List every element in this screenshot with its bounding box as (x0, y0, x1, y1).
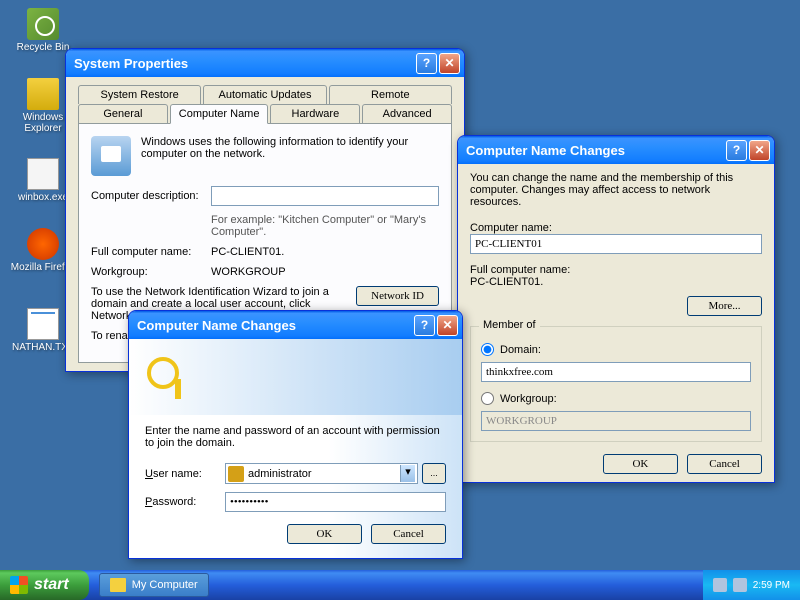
computer-icon (91, 136, 131, 176)
titlebar[interactable]: System Properties ? ✕ (66, 49, 464, 77)
folder-icon (27, 78, 59, 110)
recycle-bin-icon (27, 8, 59, 40)
domain-radio[interactable] (481, 343, 494, 356)
window-title: Computer Name Changes (137, 318, 412, 333)
close-button[interactable]: ✕ (437, 315, 458, 336)
example-text: For example: "Kitchen Computer" or "Mary… (211, 214, 439, 238)
username-combo[interactable]: administrator ▾ (225, 463, 418, 484)
auth-dialog: Computer Name Changes ? ✕ Enter the name… (128, 310, 463, 559)
tab-general[interactable]: General (78, 104, 168, 123)
group-title: Member of (479, 319, 540, 331)
ok-button[interactable]: OK (603, 454, 678, 474)
desktop-icon-recycle[interactable]: Recycle Bin (8, 8, 78, 53)
keys-icon (143, 353, 191, 401)
close-button[interactable]: ✕ (749, 140, 770, 161)
cancel-button[interactable]: Cancel (371, 524, 446, 544)
network-id-button[interactable]: Network ID (356, 286, 439, 306)
window-title: System Properties (74, 56, 414, 71)
user-label: ser name: (153, 468, 202, 480)
tab-hardware[interactable]: Hardware (270, 104, 360, 123)
description-label: Computer description: (91, 190, 211, 202)
computer-name-input[interactable] (470, 234, 762, 254)
folder-icon (110, 578, 126, 592)
task-label: My Computer (132, 579, 198, 591)
workgroup-label: Workgroup: (91, 266, 211, 278)
start-label: start (34, 576, 69, 594)
user-icon (228, 466, 244, 482)
taskbar-item-mycomputer[interactable]: My Computer (99, 573, 209, 597)
close-button[interactable]: ✕ (439, 53, 460, 74)
file-icon (27, 158, 59, 190)
tray-icon[interactable] (713, 578, 727, 592)
ok-button[interactable]: OK (287, 524, 362, 544)
username-value: administrator (248, 468, 400, 480)
titlebar[interactable]: Computer Name Changes ? ✕ (458, 136, 774, 164)
tray-icon[interactable] (733, 578, 747, 592)
more-button[interactable]: More... (687, 296, 762, 316)
notepad-icon (27, 308, 59, 340)
fullname-value: PC-CLIENT01. (211, 246, 284, 258)
domain-input[interactable] (481, 362, 751, 382)
system-tray: 2:59 PM (703, 570, 800, 600)
fullname-label: Full computer name: (470, 264, 762, 276)
prompt-text: Enter the name and password of an accoun… (145, 425, 446, 449)
password-input[interactable] (225, 492, 446, 512)
fullname-label: Full computer name: (91, 246, 211, 258)
help-button[interactable]: ? (726, 140, 747, 161)
workgroup-input (481, 411, 751, 431)
tab-remote[interactable]: Remote (329, 85, 452, 104)
cancel-button[interactable]: Cancel (687, 454, 762, 474)
tab-advanced[interactable]: Advanced (362, 104, 452, 123)
tab-computer-name[interactable]: Computer Name (170, 104, 269, 124)
member-of-group: Member of Domain: Workgroup: (470, 326, 762, 442)
chevron-down-icon[interactable]: ▾ (400, 465, 415, 482)
firefox-icon (27, 228, 59, 260)
tab-system-restore[interactable]: System Restore (78, 85, 201, 104)
clock: 2:59 PM (753, 580, 790, 591)
workgroup-label: Workgroup: (500, 393, 557, 405)
domain-label: Domain: (500, 344, 541, 356)
name-changes-window: Computer Name Changes ? ✕ You can change… (457, 135, 775, 483)
taskbar: start My Computer 2:59 PM (0, 570, 800, 600)
intro-text: Windows uses the following information t… (91, 136, 439, 160)
start-button[interactable]: start (0, 570, 89, 600)
workgroup-radio[interactable] (481, 392, 494, 405)
help-button[interactable]: ? (414, 315, 435, 336)
window-title: Computer Name Changes (466, 143, 724, 158)
titlebar[interactable]: Computer Name Changes ? ✕ (129, 311, 462, 339)
workgroup-value: WORKGROUP (211, 266, 286, 278)
pass-label: assword: (152, 496, 196, 508)
tab-automatic-updates[interactable]: Automatic Updates (203, 85, 326, 104)
computer-name-label: Computer name: (470, 222, 762, 234)
intro-text: You can change the name and the membersh… (470, 172, 762, 208)
windows-logo-icon (10, 576, 28, 594)
help-button[interactable]: ? (416, 53, 437, 74)
fullname-value: PC-CLIENT01. (470, 276, 762, 288)
description-input[interactable] (211, 186, 439, 206)
browse-button[interactable]: ... (422, 463, 446, 484)
